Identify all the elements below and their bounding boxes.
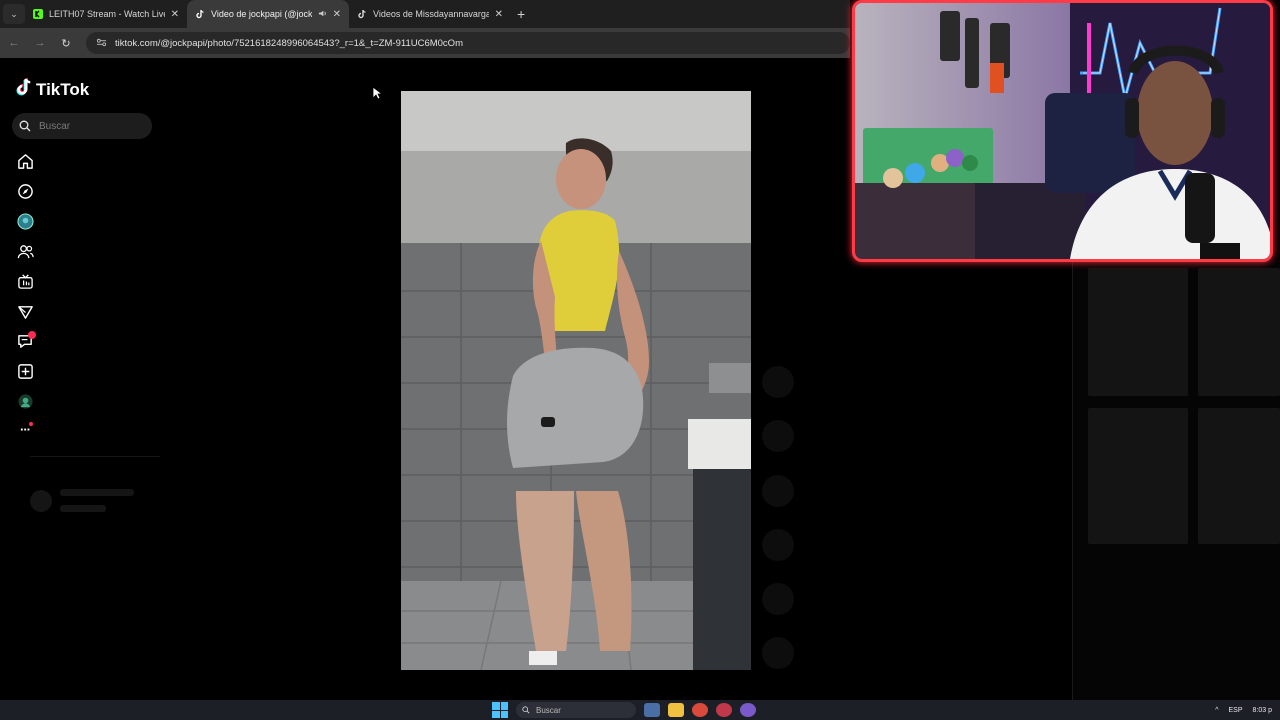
messages-icon[interactable] (15, 331, 36, 351)
webcam-feed (855, 3, 1270, 259)
home-icon[interactable] (15, 151, 35, 171)
url-text: tiktok.com/@jockpapi/photo/7521618248996… (115, 37, 463, 49)
tab-title: Videos de Missdayannavargass (373, 9, 489, 19)
tab-close-icon[interactable]: ✕ (171, 9, 179, 20)
tiktok-logo[interactable]: TikTok (16, 78, 89, 101)
windows-start-icon[interactable] (492, 702, 508, 718)
upload-icon[interactable] (15, 302, 35, 322)
tiktok-logo-icon (16, 78, 32, 101)
brand-name: TikTok (36, 79, 90, 99)
post-photo[interactable] (401, 91, 751, 670)
streamer-webcam (852, 0, 1273, 262)
search-icon (522, 706, 530, 714)
app-icon[interactable] (740, 703, 756, 717)
forward-button[interactable]: → (34, 37, 46, 49)
kick-icon (33, 9, 43, 19)
windows-taskbar: Buscar ^ ESP 8:03 p (0, 700, 1280, 720)
like-button[interactable] (762, 366, 794, 398)
tiktok-icon (195, 9, 205, 19)
language-indicator[interactable]: ESP (1229, 707, 1243, 714)
tray-chevron-icon[interactable]: ^ (1215, 707, 1218, 714)
speaker-icon[interactable] (318, 9, 327, 20)
taskbar-search-placeholder: Buscar (536, 705, 561, 715)
notification-badge (28, 331, 36, 339)
chrome-icon[interactable] (692, 703, 708, 717)
site-settings-icon[interactable] (96, 38, 107, 49)
music-button[interactable] (762, 637, 794, 669)
system-tray: ^ ESP 8:03 p (1215, 700, 1272, 720)
explore-icon[interactable] (15, 181, 35, 201)
tiktok-icon (357, 9, 367, 19)
tab-video-jockpapi[interactable]: Video de jockpapi (@jockp ✕ (187, 0, 349, 28)
share-button[interactable] (762, 529, 794, 561)
more-icon[interactable]: ··· (15, 419, 35, 439)
tab-search-button[interactable]: ⌄ (3, 4, 25, 24)
app-icon[interactable] (716, 703, 732, 717)
screen: ⌄ LEITH07 Stream - Watch Live o ✕ Video … (0, 0, 1280, 720)
profile-avatar-icon[interactable] (15, 391, 35, 411)
tab-title: Video de jockpapi (@jockp (211, 9, 312, 19)
save-button[interactable] (762, 475, 794, 507)
tab-leith07-stream[interactable]: LEITH07 Stream - Watch Live o ✕ (25, 0, 187, 28)
clock[interactable]: 8:03 p (1253, 707, 1272, 714)
live-icon[interactable] (15, 271, 35, 291)
skeleton-line (60, 489, 134, 496)
video-thumbnail[interactable] (1198, 268, 1280, 396)
more-badge (29, 422, 33, 426)
friends-icon[interactable] (15, 241, 35, 261)
browser-toolbar: ← → ↻ tiktok.com/@jockpapi/photo/7521618… (0, 28, 850, 58)
search-icon (19, 120, 31, 132)
following-avatar-icon[interactable] (15, 211, 35, 231)
mouse-cursor-icon (372, 86, 382, 100)
tab-close-icon[interactable]: ✕ (495, 9, 503, 20)
video-thumbnail[interactable] (1088, 268, 1188, 396)
search-placeholder: Buscar (39, 120, 71, 132)
back-button[interactable]: ← (8, 37, 20, 49)
taskbar-search[interactable]: Buscar (516, 702, 636, 718)
video-thumbnail[interactable] (1198, 408, 1280, 544)
store-icon[interactable] (644, 703, 660, 717)
comment-button[interactable] (762, 420, 794, 452)
address-bar[interactable]: tiktok.com/@jockpapi/photo/7521618248996… (86, 32, 850, 54)
sidebar-divider (30, 456, 160, 457)
video-thumbnail[interactable] (1088, 408, 1188, 544)
tab-videos-missdayanna[interactable]: Videos de Missdayannavargass ✕ (349, 0, 511, 28)
skeleton-line (60, 505, 106, 512)
tab-close-icon[interactable]: ✕ (333, 9, 341, 20)
create-icon[interactable] (15, 361, 35, 381)
file-explorer-icon[interactable] (668, 703, 684, 717)
new-tab-button[interactable]: + (517, 6, 525, 22)
more-actions-button[interactable] (762, 583, 794, 615)
taskbar-center: Buscar (492, 700, 756, 720)
photo-illustration (401, 91, 751, 670)
reload-button[interactable]: ↻ (60, 37, 72, 50)
tab-title: LEITH07 Stream - Watch Live o (49, 9, 165, 19)
skeleton-avatar (30, 490, 52, 512)
browser-tabstrip: ⌄ LEITH07 Stream - Watch Live o ✕ Video … (0, 0, 850, 28)
search-input[interactable]: Buscar (12, 113, 152, 139)
